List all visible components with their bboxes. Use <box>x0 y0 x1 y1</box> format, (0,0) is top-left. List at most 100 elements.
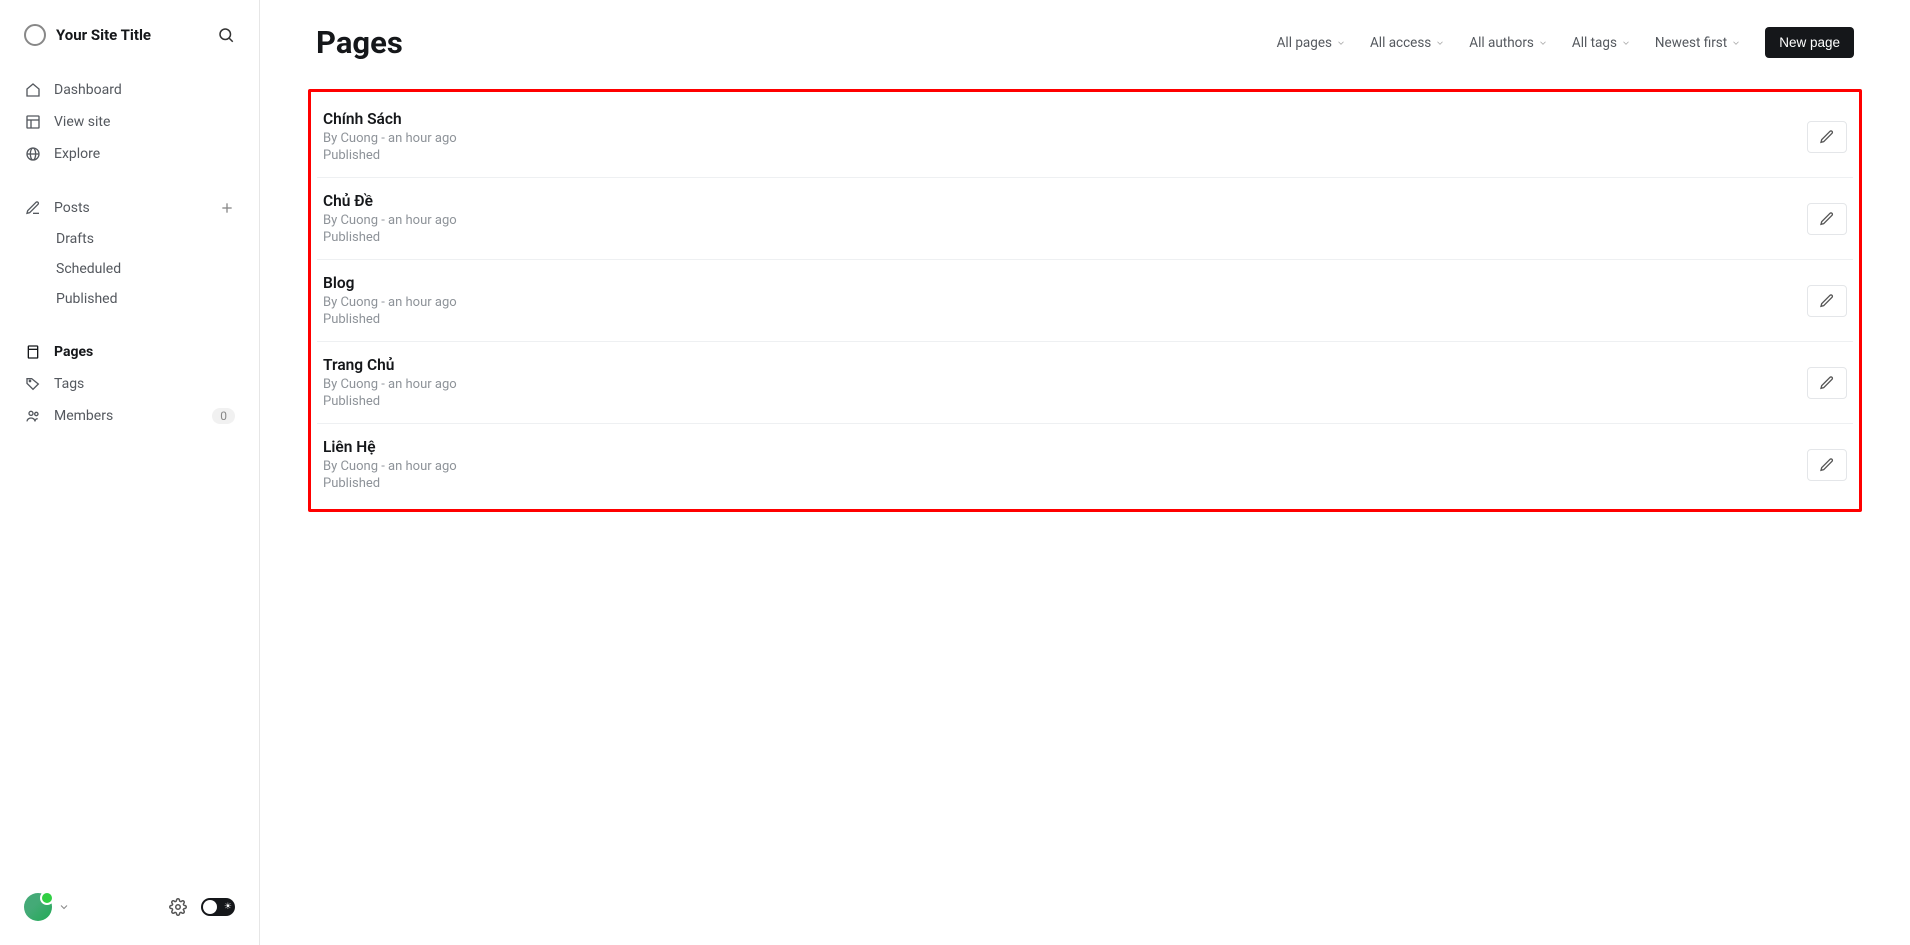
avatar <box>24 893 52 921</box>
nav-section-site: Pages Tags Members 0 <box>0 336 259 432</box>
members-icon <box>24 407 42 425</box>
sidebar-item-label: Members <box>54 408 113 424</box>
new-post-button[interactable] <box>219 200 235 216</box>
filter-label: All tags <box>1572 35 1617 51</box>
filters-bar: All pages All access All authors <box>1277 27 1854 58</box>
sidebar-item-posts[interactable]: Posts <box>0 192 114 224</box>
page-row[interactable]: Chính Sách By Cuong - an hour ago Publishe… <box>317 96 1853 178</box>
pencil-icon <box>1819 211 1835 227</box>
sidebar-item-posts-row: Posts <box>0 192 259 224</box>
page-row[interactable]: Chủ Đề By Cuong - an hour ago Published <box>317 178 1853 260</box>
main-content: Pages All pages All access All authors <box>260 0 1910 945</box>
main-header: Pages All pages All access All authors <box>308 24 1862 61</box>
edit-page-button[interactable] <box>1807 367 1847 399</box>
filter-label: Newest first <box>1655 35 1727 51</box>
pencil-icon <box>1819 129 1835 145</box>
settings-button[interactable] <box>169 898 187 916</box>
page-status: Published <box>323 476 457 491</box>
page-status: Published <box>323 394 457 409</box>
filter-label: All access <box>1370 35 1431 51</box>
chevron-down-icon <box>1336 38 1346 48</box>
page-icon <box>24 343 42 361</box>
page-row[interactable]: Blog By Cuong - an hour ago Published <box>317 260 1853 342</box>
sidebar: Your Site Title Dashboard View site <box>0 0 260 945</box>
gear-icon <box>169 898 187 916</box>
page-meta: By Cuong - an hour ago <box>323 295 457 310</box>
filter-pages[interactable]: All pages <box>1277 35 1346 51</box>
chevron-down-icon <box>1731 38 1741 48</box>
filter-label: All pages <box>1277 35 1332 51</box>
edit-page-button[interactable] <box>1807 285 1847 317</box>
site-title-text: Your Site Title <box>56 26 151 44</box>
sidebar-item-dashboard[interactable]: Dashboard <box>0 74 259 106</box>
page-meta: By Cuong - an hour ago <box>323 377 457 392</box>
sidebar-item-tags[interactable]: Tags <box>0 368 259 400</box>
members-count-badge: 0 <box>212 408 235 424</box>
page-info: Chính Sách By Cuong - an hour ago Publishe… <box>323 110 457 163</box>
site-title[interactable]: Your Site Title <box>24 24 151 46</box>
filter-label: All authors <box>1469 35 1534 51</box>
edit-page-button[interactable] <box>1807 449 1847 481</box>
sidebar-item-label: Posts <box>54 200 90 216</box>
theme-toggle[interactable]: ☀ <box>201 898 235 916</box>
sidebar-item-label: Explore <box>54 146 100 162</box>
globe-icon <box>24 145 42 163</box>
page-info: Trang ChủBy Cuong - an hour agoPublished <box>323 356 457 409</box>
page-info: Blog By Cuong - an hour ago Published <box>323 274 457 327</box>
page-status: Published <box>323 312 457 327</box>
pencil-icon <box>1819 457 1835 473</box>
tag-icon <box>24 375 42 393</box>
sidebar-header: Your Site Title <box>0 24 259 46</box>
pencil-icon <box>1819 375 1835 391</box>
page-row[interactable]: Liên Hệ By Cuong - an hour ago Published <box>317 424 1853 505</box>
chevron-down-icon <box>1621 38 1631 48</box>
filter-tags[interactable]: All tags <box>1572 35 1631 51</box>
page-meta: By Cuong - an hour ago <box>323 213 457 228</box>
page-title: Pages <box>316 24 403 61</box>
page-status: Published <box>323 148 457 163</box>
footer-icons: ☀ <box>169 898 235 916</box>
chevron-down-icon <box>1538 38 1548 48</box>
sidebar-item-members[interactable]: Members 0 <box>0 400 259 432</box>
filter-sort[interactable]: Newest first <box>1655 35 1741 51</box>
page-row[interactable]: Trang ChủBy Cuong - an hour agoPublished <box>317 342 1853 424</box>
sidebar-item-label: Dashboard <box>54 82 122 98</box>
filter-access[interactable]: All access <box>1370 35 1445 51</box>
page-name: Liên Hệ <box>323 438 457 456</box>
plus-icon <box>219 200 235 216</box>
sidebar-item-drafts[interactable]: Drafts <box>56 224 259 254</box>
page-name: Chính Sách <box>323 110 457 128</box>
edit-page-button[interactable] <box>1807 203 1847 235</box>
posts-subnav: Drafts Scheduled Published <box>0 224 259 314</box>
search-icon <box>217 26 235 44</box>
search-button[interactable] <box>217 26 235 44</box>
nav-section-main: Dashboard View site Explore <box>0 74 259 170</box>
edit-page-button[interactable] <box>1807 121 1847 153</box>
user-menu[interactable] <box>24 893 70 921</box>
layout-icon <box>24 113 42 131</box>
pages-list: Chính Sách By Cuong - an hour ago Publishe… <box>308 89 1862 512</box>
sidebar-item-pages[interactable]: Pages <box>0 336 259 368</box>
site-logo-icon <box>24 24 46 46</box>
new-page-button[interactable]: New page <box>1765 27 1854 58</box>
page-name: Chủ Đề <box>323 192 457 210</box>
sidebar-footer: ☀ <box>0 893 259 921</box>
sidebar-item-label: View site <box>54 114 110 130</box>
sidebar-item-scheduled[interactable]: Scheduled <box>56 254 259 284</box>
nav-section-content: Posts Drafts Scheduled Published <box>0 192 259 314</box>
filter-authors[interactable]: All authors <box>1469 35 1548 51</box>
page-info: Liên Hệ By Cuong - an hour ago Published <box>323 438 457 491</box>
sidebar-item-view-site[interactable]: View site <box>0 106 259 138</box>
chevron-down-icon <box>58 901 70 913</box>
edit-icon <box>24 199 42 217</box>
sidebar-item-explore[interactable]: Explore <box>0 138 259 170</box>
page-meta: By Cuong - an hour ago <box>323 459 457 474</box>
home-icon <box>24 81 42 99</box>
page-name: Blog <box>323 274 457 292</box>
sidebar-item-label: Pages <box>54 344 93 360</box>
pencil-icon <box>1819 293 1835 309</box>
page-info: Chủ Đề By Cuong - an hour ago Published <box>323 192 457 245</box>
sidebar-item-published[interactable]: Published <box>56 284 259 314</box>
page-meta: By Cuong - an hour ago <box>323 131 457 146</box>
page-status: Published <box>323 230 457 245</box>
